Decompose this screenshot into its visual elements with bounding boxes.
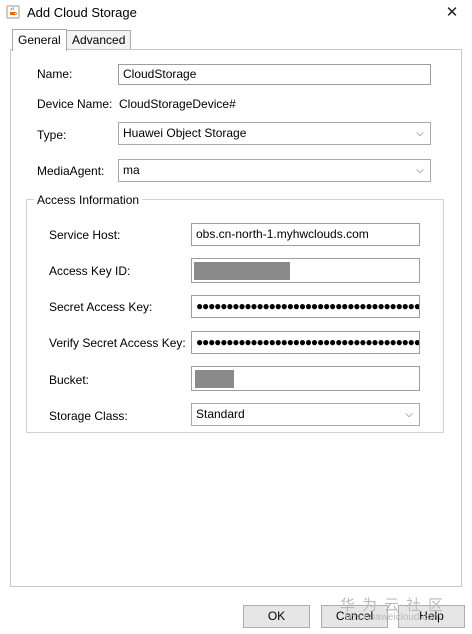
- tab-advanced[interactable]: Advanced: [66, 30, 132, 50]
- chevron-down-icon: ⌵: [416, 128, 424, 139]
- tab-strip: General Advanced: [10, 29, 461, 51]
- type-select-value: Huawei Object Storage: [123, 126, 247, 140]
- secret-access-key-input[interactable]: ●●●●●●●●●●●●●●●●●●●●●●●●●●●●●●●●●●●●●●●●…: [191, 295, 420, 318]
- java-coffee-cup-icon: [6, 5, 20, 19]
- chevron-down-icon: ⌵: [405, 409, 413, 420]
- name-input[interactable]: CloudStorage: [118, 64, 431, 85]
- storage-class-select[interactable]: Standard ⌵: [191, 403, 420, 426]
- chevron-down-icon: ⌵: [416, 165, 424, 176]
- device-name-value: CloudStorageDevice#: [119, 97, 236, 111]
- bucket-label: Bucket:: [49, 373, 90, 387]
- access-information-title: Access Information: [34, 193, 143, 207]
- device-name-label: Device Name:: [37, 97, 113, 111]
- redaction-mask: [195, 370, 234, 388]
- name-label: Name:: [37, 67, 73, 81]
- watermark-url: bbs.huaweicloud.com: [345, 612, 442, 623]
- window-title: Add Cloud Storage: [27, 5, 137, 20]
- title-bar: Add Cloud Storage ✕: [0, 0, 472, 26]
- storage-class-select-value: Standard: [196, 407, 245, 421]
- secret-access-key-label: Secret Access Key:: [49, 300, 153, 314]
- media-agent-select[interactable]: ma ⌵: [118, 159, 431, 182]
- access-key-id-input[interactable]: [191, 258, 420, 283]
- type-select[interactable]: Huawei Object Storage ⌵: [118, 122, 431, 145]
- bucket-input[interactable]: [191, 366, 420, 391]
- redaction-mask: [194, 262, 290, 280]
- media-agent-label: MediaAgent:: [37, 164, 105, 178]
- close-icon[interactable]: ✕: [438, 3, 466, 23]
- service-host-input[interactable]: obs.cn-north-1.myhwclouds.com: [191, 223, 420, 246]
- verify-secret-access-key-label: Verify Secret Access Key:: [49, 336, 186, 350]
- tab-general[interactable]: General: [12, 29, 67, 51]
- service-host-label: Service Host:: [49, 228, 121, 242]
- media-agent-select-value: ma: [123, 163, 140, 177]
- storage-class-label: Storage Class:: [49, 409, 128, 423]
- ok-button[interactable]: OK: [243, 605, 310, 628]
- verify-secret-access-key-input[interactable]: ●●●●●●●●●●●●●●●●●●●●●●●●●●●●●●●●●●●●●●●●…: [191, 331, 420, 354]
- type-label: Type:: [37, 128, 67, 142]
- access-key-id-label: Access Key ID:: [49, 264, 131, 278]
